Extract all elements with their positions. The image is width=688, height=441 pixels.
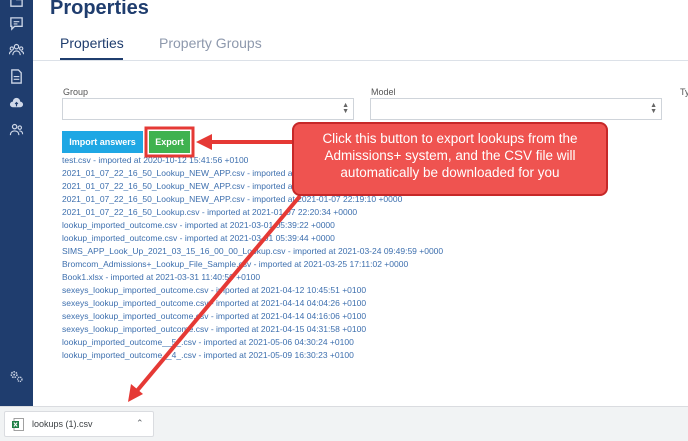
file-link[interactable]: sexeys_lookup_imported_outcome.csv - imp… [62,285,366,296]
download-bar: lookups (1).csv ⌃ [0,406,688,441]
settings-gears-icon[interactable] [8,368,25,385]
arrow-head-export [196,134,212,150]
user-group-icon[interactable] [8,121,25,138]
sidebar [0,0,33,406]
file-link[interactable]: Book1.xlsx - imported at 2021-03-31 11:4… [62,272,260,283]
select-caret-icon: ▲ ▼ [650,102,657,115]
file-link[interactable]: lookup_imported_outcome__5_.csv - import… [62,337,354,348]
file-link[interactable]: test.csv - imported at 2020-10-12 15:41:… [62,155,248,166]
tab-properties[interactable]: Properties [60,35,124,51]
file-link[interactable]: SIMS_APP_Look_Up_2021_03_15_16_00_00_Loo… [62,246,443,257]
select-caret-icon: ▲ ▼ [342,102,349,115]
chevron-up-icon[interactable]: ⌃ [136,418,144,429]
file-link[interactable]: lookup_imported_outcome__4_.csv - import… [62,350,354,361]
group-label: Group [63,87,89,97]
folders-icon[interactable] [8,0,25,10]
file-link[interactable]: 2021_01_07_22_16_50_Lookup.csv - importe… [62,207,357,218]
annotation-callout: Click this button to export lookups from… [292,122,608,196]
document-icon[interactable] [8,68,25,85]
group-select[interactable]: ▲ ▼ [62,98,354,120]
chat-icon[interactable] [8,15,25,32]
arrow-head-download [128,384,143,402]
file-link[interactable]: Bromcom_Admissions+_Lookup_File_Sample.c… [62,259,408,270]
file-link[interactable]: sexeys_lookup_imported_outcome.csv - imp… [62,324,366,335]
excel-file-icon [12,418,24,431]
type-label: Ty [680,87,688,97]
download-filename: lookups (1).csv [32,419,93,429]
tab-property-groups[interactable]: Property Groups [159,35,262,51]
import-answers-button[interactable]: Import answers [62,131,143,153]
model-select[interactable]: ▲ ▼ [370,98,662,120]
download-item[interactable]: lookups (1).csv ⌃ [4,411,154,437]
file-link[interactable]: lookup_imported_outcome.csv - imported a… [62,233,335,244]
callout-text: Click this button to export lookups from… [322,131,578,180]
export-button[interactable]: Export [149,131,190,153]
file-link[interactable]: sexeys_lookup_imported_outcome.csv - imp… [62,298,366,309]
file-link[interactable]: sexeys_lookup_imported_outcome.csv - imp… [62,311,366,322]
page-title: Properties [50,0,149,19]
cloud-upload-icon[interactable] [8,95,25,112]
model-label: Model [371,87,396,97]
file-link[interactable]: lookup_imported_outcome.csv - imported a… [62,220,335,231]
tab-divider [33,60,688,61]
users-icon[interactable] [8,41,25,58]
